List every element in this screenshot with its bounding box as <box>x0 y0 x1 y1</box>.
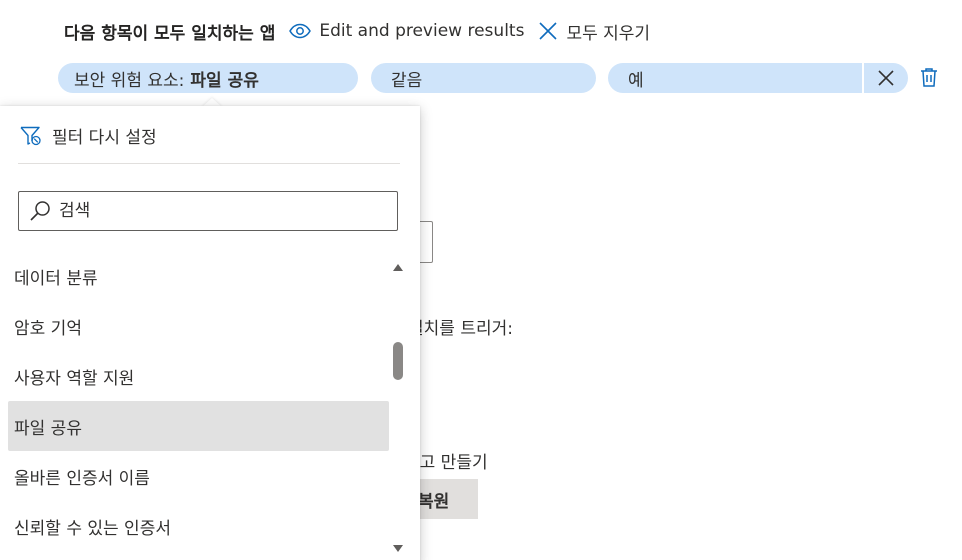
scroll-down-button[interactable] <box>393 538 403 557</box>
edit-preview-label: Edit and preview results <box>319 21 525 41</box>
caret-up-icon <box>393 264 403 271</box>
list-item-selected[interactable]: 파일 공유 <box>8 401 389 451</box>
filter-reset-icon <box>20 126 41 145</box>
list-item-label: 파일 공유 <box>14 418 82 439</box>
filter-property-pill[interactable]: 보안 위험 요소: 파일 공유 <box>58 63 358 93</box>
edit-preview-button[interactable]: Edit and preview results <box>289 21 524 41</box>
filter-header: 다음 항목이 모두 일치하는 앱 Edit and preview result… <box>64 18 650 44</box>
list-item-label: 신뢰할 수 있는 인증서 <box>14 518 171 539</box>
list-item[interactable]: 신뢰할 수 있는 인증서 <box>8 501 389 551</box>
close-icon <box>878 70 894 86</box>
trash-icon <box>921 68 937 87</box>
list-item[interactable]: 암호 기억 <box>8 301 389 351</box>
clear-all-label: 모두 지우기 <box>566 23 651 44</box>
filter-operator-label: 같음 <box>391 70 423 91</box>
scrollbar-thumb[interactable] <box>393 342 403 380</box>
list-item[interactable]: 데이터 분류 <box>8 251 389 301</box>
scroll-up-button[interactable] <box>393 256 403 275</box>
header-title: 다음 항목이 모두 일치하는 앱 <box>64 23 276 44</box>
list-item[interactable]: 사용자 역할 지원 <box>8 351 389 401</box>
reset-filter-label: 필터 다시 설정 <box>52 128 157 148</box>
delete-filter-button[interactable] <box>920 67 938 91</box>
clear-all-button[interactable]: 모두 지우기 <box>538 19 650 44</box>
filter-property-value: 파일 공유 <box>190 70 259 91</box>
property-dropdown: 필터 다시 설정 데이터 분류 암호 기억 사용자 역할 지원 파일 공유 올바… <box>0 106 420 560</box>
filter-value-pill[interactable]: 예 <box>608 63 908 93</box>
filter-operator-pill[interactable]: 같음 <box>371 63 596 93</box>
restore-label: 복원 <box>418 491 450 512</box>
list-item-label: 올바른 인증서 이름 <box>14 468 150 489</box>
filter-property-prefix: 보안 위험 요소: <box>74 70 185 91</box>
trigger-match-text: 일치를 트리거: <box>408 319 513 339</box>
list-item-label: 데이터 분류 <box>14 268 98 289</box>
list-item-label: 암호 기억 <box>14 318 82 339</box>
filter-value-clear-button[interactable] <box>862 63 908 93</box>
reset-filter-button[interactable]: 필터 다시 설정 <box>20 123 157 148</box>
list-item[interactable]: 올바른 인증서 이름 <box>8 451 389 501</box>
filter-value-label: 예 <box>628 70 644 91</box>
search-icon <box>30 201 50 221</box>
list-item-label: 사용자 역할 지원 <box>14 368 135 389</box>
divider <box>18 163 400 164</box>
property-list: 데이터 분류 암호 기억 사용자 역할 지원 파일 공유 올바른 인증서 이름 … <box>8 251 389 560</box>
search-input[interactable] <box>59 201 379 221</box>
caret-down-icon <box>393 545 403 552</box>
close-icon <box>539 22 558 40</box>
search-box[interactable] <box>18 191 398 231</box>
eye-icon <box>289 23 312 39</box>
